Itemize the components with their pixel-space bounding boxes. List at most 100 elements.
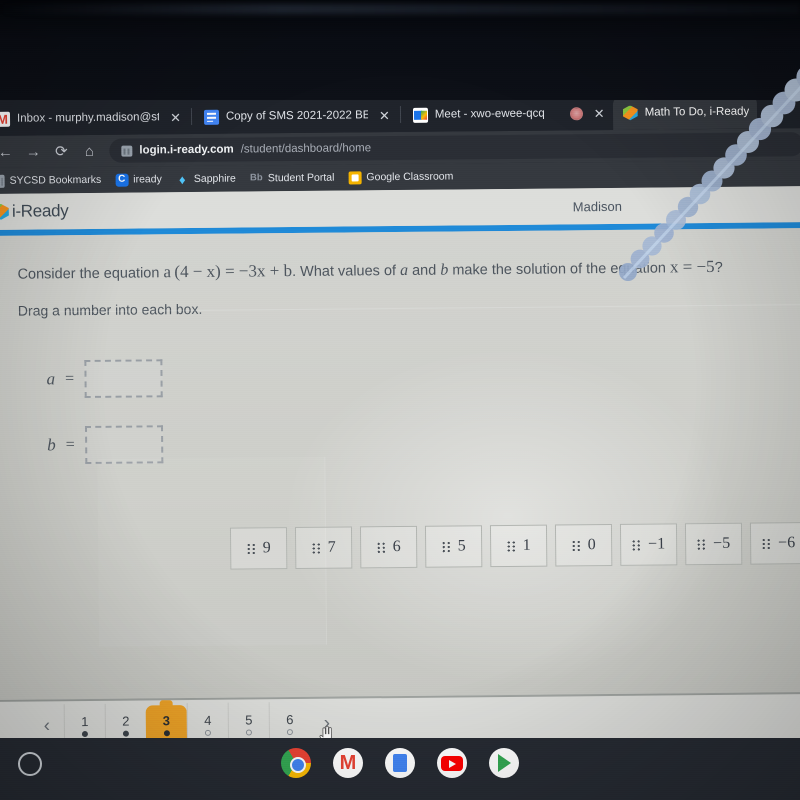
youtube-icon[interactable] bbox=[437, 748, 467, 778]
tab-title: Inbox - murphy.madison@stu bbox=[16, 111, 160, 125]
browser-tab-copy-of-sms[interactable]: Copy of SMS 2021-2022 BELL ✕ bbox=[194, 98, 398, 134]
number-tile-tray: 9 7 6 5 1 0 −1 −5 −6 bbox=[229, 522, 800, 570]
answer-row-a: a = bbox=[18, 353, 800, 399]
answer-label-b: b bbox=[47, 434, 56, 455]
number-tile[interactable]: 9 bbox=[229, 527, 288, 570]
number-tile-value: −6 bbox=[778, 534, 796, 552]
bookmark-label: Student Portal bbox=[267, 171, 335, 185]
question-part-3: and bbox=[407, 262, 441, 279]
chrome-icon[interactable] bbox=[281, 748, 311, 778]
number-tile[interactable]: −6 bbox=[749, 522, 800, 565]
google-docs-icon[interactable] bbox=[385, 748, 415, 778]
page-status-dot bbox=[204, 729, 211, 736]
number-tile-value: 7 bbox=[327, 538, 336, 556]
browser-tab-meet[interactable]: Meet - xwo-ewee-qcq ✕ bbox=[403, 96, 613, 132]
drag-handle-icon[interactable] bbox=[571, 539, 581, 551]
gem-icon: ♦ bbox=[178, 171, 186, 187]
address-bar[interactable]: login.i-ready.com /student/dashboard/hom… bbox=[109, 132, 800, 163]
previous-page-icon[interactable]: ‹ bbox=[30, 715, 64, 737]
bookmark-student-portal[interactable]: Bb Student Portal bbox=[250, 171, 335, 185]
number-tile-value: 1 bbox=[522, 536, 531, 554]
number-tile-value: 0 bbox=[587, 536, 596, 554]
drag-handle-icon[interactable] bbox=[632, 539, 642, 551]
bezel-light-streak bbox=[0, 4, 800, 14]
drag-handle-icon[interactable] bbox=[376, 541, 386, 553]
number-tile[interactable]: −5 bbox=[684, 522, 743, 566]
question-var-a: a bbox=[399, 261, 409, 279]
chromebook-screen: Inbox - murphy.madison@stu ✕ Copy of SMS… bbox=[0, 92, 800, 760]
chromeos-shelf bbox=[0, 738, 800, 800]
question-part-5: ? bbox=[714, 259, 723, 276]
bookmark-sycsd-bookmarks[interactable]: SYCSD Bookmarks bbox=[0, 173, 102, 188]
tab-title: Meet - xwo-ewee-qcq bbox=[434, 107, 545, 121]
close-icon[interactable]: ✕ bbox=[594, 106, 605, 121]
close-icon[interactable]: ✕ bbox=[379, 108, 390, 123]
question-equation-2: x = −5 bbox=[669, 256, 715, 277]
question-var-b: b bbox=[440, 261, 449, 279]
tab-title: Copy of SMS 2021-2022 BELL bbox=[225, 109, 368, 123]
equals-sign: = bbox=[64, 369, 75, 387]
gmail-icon[interactable] bbox=[333, 748, 363, 778]
drag-handle-icon[interactable] bbox=[246, 542, 256, 554]
i-ready-cube-icon bbox=[0, 204, 9, 220]
answer-slots: a = b = bbox=[18, 353, 800, 465]
question-text: Consider the equation a (4 − x) = −3x + … bbox=[17, 254, 800, 286]
site-info-icon[interactable] bbox=[121, 145, 133, 157]
question-part-4: make the solution of the equation bbox=[448, 260, 671, 279]
gmail-icon bbox=[0, 111, 11, 127]
iready-logo[interactable]: i-Ready bbox=[0, 201, 69, 222]
number-tile-value: 5 bbox=[457, 537, 466, 555]
drop-target-b[interactable] bbox=[84, 424, 163, 464]
shelf-app-list bbox=[0, 748, 800, 778]
google-classroom-icon bbox=[348, 170, 362, 184]
number-tile[interactable]: 1 bbox=[489, 524, 548, 568]
drag-handle-icon[interactable] bbox=[506, 540, 516, 552]
number-tile-value: −1 bbox=[648, 535, 666, 553]
number-tile[interactable]: 0 bbox=[554, 523, 613, 567]
page-number: 2 bbox=[122, 713, 130, 729]
drag-handle-icon[interactable] bbox=[441, 541, 451, 553]
page-status-dot bbox=[286, 729, 293, 736]
bookmark-label: SYCSD Bookmarks bbox=[9, 173, 102, 187]
reload-icon[interactable]: ⟳ bbox=[47, 137, 75, 165]
close-icon[interactable]: ✕ bbox=[170, 110, 181, 125]
answer-label-a: a bbox=[46, 368, 56, 389]
recording-indicator-icon bbox=[569, 106, 583, 120]
number-tile[interactable]: 5 bbox=[424, 525, 483, 568]
browser-tab-inbox[interactable]: Inbox - murphy.madison@stu ✕ bbox=[0, 100, 189, 136]
number-tile-value: −5 bbox=[713, 534, 731, 552]
page-number: 6 bbox=[286, 712, 294, 728]
bookmark-label: Sapphire bbox=[193, 172, 236, 185]
photo-of-chromebook-screen: Inbox - murphy.madison@stu ✕ Copy of SMS… bbox=[0, 0, 800, 800]
drop-target-a[interactable] bbox=[83, 358, 163, 398]
page-status-dot bbox=[245, 729, 252, 736]
tab-separator bbox=[399, 105, 401, 123]
bookmark-iready[interactable]: C iready bbox=[115, 173, 162, 187]
tab-separator bbox=[190, 107, 193, 125]
number-tile[interactable]: −1 bbox=[619, 523, 678, 566]
bookmark-google-classroom[interactable]: Google Classroom bbox=[348, 170, 453, 184]
lesson-content-panel: Consider the equation a (4 − x) = −3x + … bbox=[0, 228, 800, 700]
blackboard-icon: Bb bbox=[249, 172, 263, 184]
home-icon[interactable]: ⌂ bbox=[75, 137, 103, 165]
number-tile-value: 9 bbox=[262, 539, 271, 557]
number-tile[interactable]: 6 bbox=[359, 525, 418, 569]
drag-instruction: Drag a number into each box. bbox=[17, 300, 203, 319]
bookmark-sapphire[interactable]: ♦ Sapphire bbox=[176, 171, 236, 187]
letter-c-icon: C bbox=[115, 173, 129, 187]
bookmark-label: iready bbox=[133, 173, 162, 186]
iready-page: i-Ready Madison Consider the equation a … bbox=[0, 186, 800, 760]
page-number: 1 bbox=[81, 714, 89, 730]
number-tile[interactable]: 7 bbox=[294, 526, 353, 570]
address-bar-path: /student/dashboard/home bbox=[240, 142, 372, 156]
drag-handle-icon[interactable] bbox=[697, 538, 707, 550]
i-ready-cube-icon bbox=[623, 105, 638, 120]
drag-handle-icon[interactable] bbox=[311, 542, 321, 554]
forward-icon[interactable]: → bbox=[19, 137, 47, 165]
google-meet-icon bbox=[412, 107, 428, 123]
drag-handle-icon[interactable] bbox=[762, 537, 772, 550]
google-play-icon[interactable] bbox=[489, 748, 519, 778]
number-tile-value: 6 bbox=[392, 537, 401, 556]
page-status-dot bbox=[122, 730, 129, 737]
back-icon[interactable]: ← bbox=[0, 138, 19, 166]
